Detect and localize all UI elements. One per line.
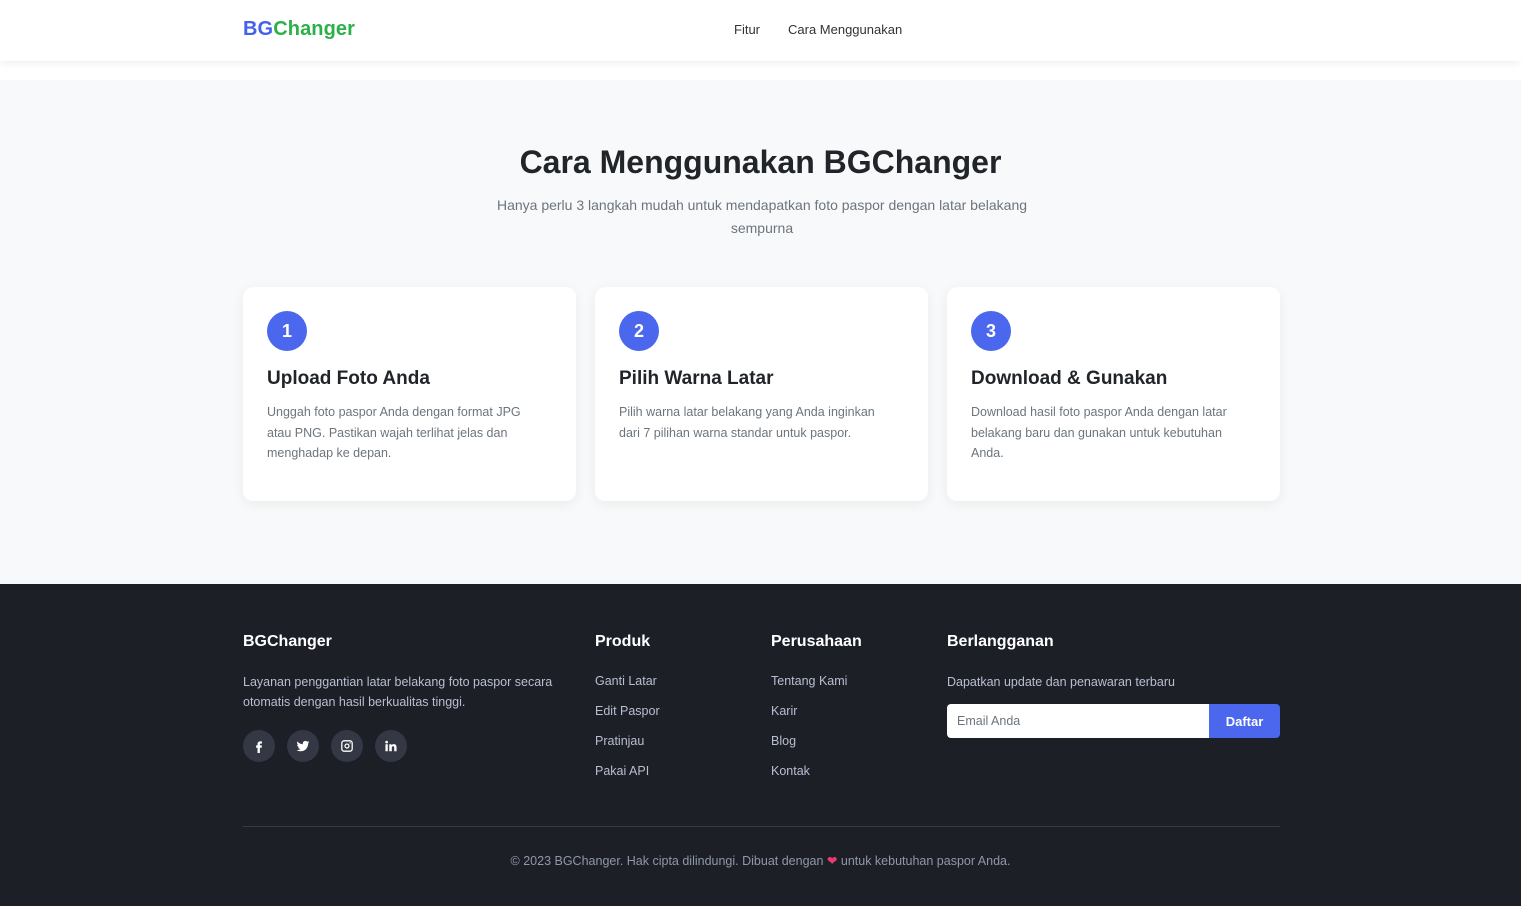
copyright-text-start: © 2023 BGChanger. Hak cipta dilindungi. … bbox=[510, 854, 824, 868]
nav-link-cara-menggunakan[interactable]: Cara Menggunakan bbox=[788, 22, 902, 37]
footer-perusahaan-title: Perusahaan bbox=[771, 633, 862, 650]
step-description: Download hasil foto paspor Anda dengan l… bbox=[971, 405, 1227, 460]
logo-part-changer: Changer bbox=[273, 18, 356, 40]
email-input[interactable] bbox=[947, 704, 1209, 738]
footer-perusahaan-links: Tentang Kami Karir Blog Kontak bbox=[771, 672, 847, 792]
footer-link-tentang-kami[interactable]: Tentang Kami bbox=[771, 672, 847, 702]
footer-link-kontak[interactable]: Kontak bbox=[771, 762, 847, 792]
footer-link-blog[interactable]: Blog bbox=[771, 732, 847, 762]
footer-brand-title: BGChanger bbox=[243, 633, 332, 650]
subscribe-form: Daftar bbox=[947, 704, 1280, 738]
footer-subscribe-title: Berlangganan bbox=[947, 633, 1054, 650]
step-description: Pilih warna latar belakang yang Anda ing… bbox=[619, 405, 875, 440]
step-card-1: 1 Upload Foto Anda Unggah foto paspor An… bbox=[243, 287, 576, 501]
how-to-section: Cara Menggunakan BGChanger Hanya perlu 3… bbox=[0, 80, 1521, 584]
header-spacer bbox=[0, 61, 1521, 80]
instagram-icon[interactable] bbox=[331, 730, 363, 762]
step-title: Download & Gunakan bbox=[971, 368, 1168, 389]
facebook-icon[interactable] bbox=[243, 730, 275, 762]
footer-link-pratinjau[interactable]: Pratinjau bbox=[595, 732, 660, 762]
footer-link-ganti-latar[interactable]: Ganti Latar bbox=[595, 672, 660, 702]
linkedin-icon[interactable] bbox=[375, 730, 407, 762]
heart-icon: ❤ bbox=[826, 854, 838, 868]
nav-link-fitur[interactable]: Fitur bbox=[734, 22, 760, 37]
step-description: Unggah foto paspor Anda dengan format JP… bbox=[267, 405, 521, 460]
step-card-2: 2 Pilih Warna Latar Pilih warna latar be… bbox=[595, 287, 928, 501]
step-number-badge: 2 bbox=[619, 311, 659, 351]
brand-logo[interactable]: BGChanger bbox=[243, 18, 355, 41]
copyright-text: © 2023 BGChanger. Hak cipta dilindungi. … bbox=[0, 853, 1521, 868]
footer-link-edit-paspor[interactable]: Edit Paspor bbox=[595, 702, 660, 732]
twitter-icon[interactable] bbox=[287, 730, 319, 762]
social-links bbox=[243, 730, 407, 762]
footer-link-karir[interactable]: Karir bbox=[771, 702, 847, 732]
step-number-badge: 1 bbox=[267, 311, 307, 351]
navbar: BGChanger Fitur Cara Menggunakan bbox=[0, 0, 1521, 61]
copyright-text-end: untuk kebutuhan paspor Anda. bbox=[840, 854, 1011, 868]
step-card-3: 3 Download & Gunakan Download hasil foto… bbox=[947, 287, 1280, 501]
step-number-badge: 3 bbox=[971, 311, 1011, 351]
section-title: Cara Menggunakan BGChanger bbox=[519, 144, 1002, 180]
nav-links: Fitur Cara Menggunakan bbox=[734, 22, 902, 37]
logo-part-bg: BG bbox=[243, 18, 274, 40]
footer-divider bbox=[243, 826, 1280, 827]
step-title: Upload Foto Anda bbox=[267, 368, 430, 389]
footer-produk-title: Produk bbox=[595, 633, 651, 650]
footer-produk-links: Ganti Latar Edit Paspor Pratinjau Pakai … bbox=[595, 672, 660, 792]
footer-brand-description: Layanan penggantian latar belakang foto … bbox=[243, 675, 553, 709]
footer-subscribe-description: Dapatkan update dan penawaran terbaru bbox=[947, 675, 1175, 689]
subscribe-button[interactable]: Daftar bbox=[1209, 704, 1280, 738]
step-title: Pilih Warna Latar bbox=[619, 368, 774, 389]
footer: BGChanger Layanan penggantian latar bela… bbox=[0, 584, 1521, 906]
footer-link-pakai-api[interactable]: Pakai API bbox=[595, 762, 660, 792]
section-subtitle: Hanya perlu 3 langkah mudah untuk mendap… bbox=[496, 197, 1028, 236]
